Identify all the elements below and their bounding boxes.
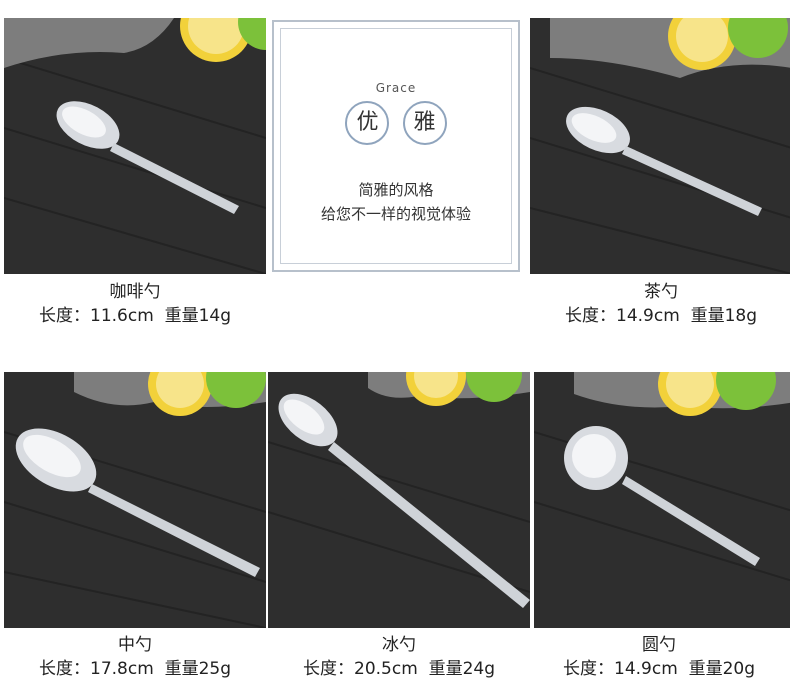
caption-tea-spoon: 茶勺 长度：14.9cm 重量18g xyxy=(530,280,790,328)
product-photo-tea-spoon xyxy=(530,18,790,274)
caption-round-spoon: 圆勺 长度：14.9cm 重量20g xyxy=(528,633,790,681)
product-spec: 长度：14.9cm 重量18g xyxy=(565,306,757,326)
product-name: 咖啡勺 xyxy=(109,282,161,302)
circle-char-1: 优 xyxy=(345,101,390,145)
product-spec: 长度：11.6cm 重量14g xyxy=(39,306,231,326)
product-photo-medium-spoon xyxy=(4,372,266,628)
product-name: 圆勺 xyxy=(642,635,676,655)
product-spec: 长度：20.5cm 重量24g xyxy=(303,659,495,679)
card-inner-frame: Grace 优 雅 简雅的风格 给您不一样的视觉体验 xyxy=(280,28,512,264)
circle-char-2: 雅 xyxy=(402,101,447,145)
product-photo-ice-spoon xyxy=(268,372,530,628)
card-subtitle: Grace xyxy=(375,81,417,95)
product-name: 茶勺 xyxy=(644,282,678,302)
card-circles: 优 雅 xyxy=(281,101,511,145)
product-name: 冰勺 xyxy=(382,635,416,655)
product-spec: 长度：17.8cm 重量25g xyxy=(39,659,231,679)
caption-coffee-spoon: 咖啡勺 长度：11.6cm 重量14g xyxy=(4,280,266,328)
brand-card: Grace 优 雅 简雅的风格 给您不一样的视觉体验 xyxy=(272,20,520,272)
product-photo-coffee-spoon xyxy=(4,18,266,274)
caption-medium-spoon: 中勺 长度：17.8cm 重量25g xyxy=(4,633,266,681)
product-spec: 长度：14.9cm 重量20g xyxy=(563,659,755,679)
card-line-1: 简雅的风格 xyxy=(358,181,434,199)
product-photo-round-spoon xyxy=(534,372,790,628)
card-line-2: 给您不一样的视觉体验 xyxy=(320,205,471,223)
caption-ice-spoon: 冰勺 长度：20.5cm 重量24g xyxy=(268,633,530,681)
product-name: 中勺 xyxy=(118,635,152,655)
